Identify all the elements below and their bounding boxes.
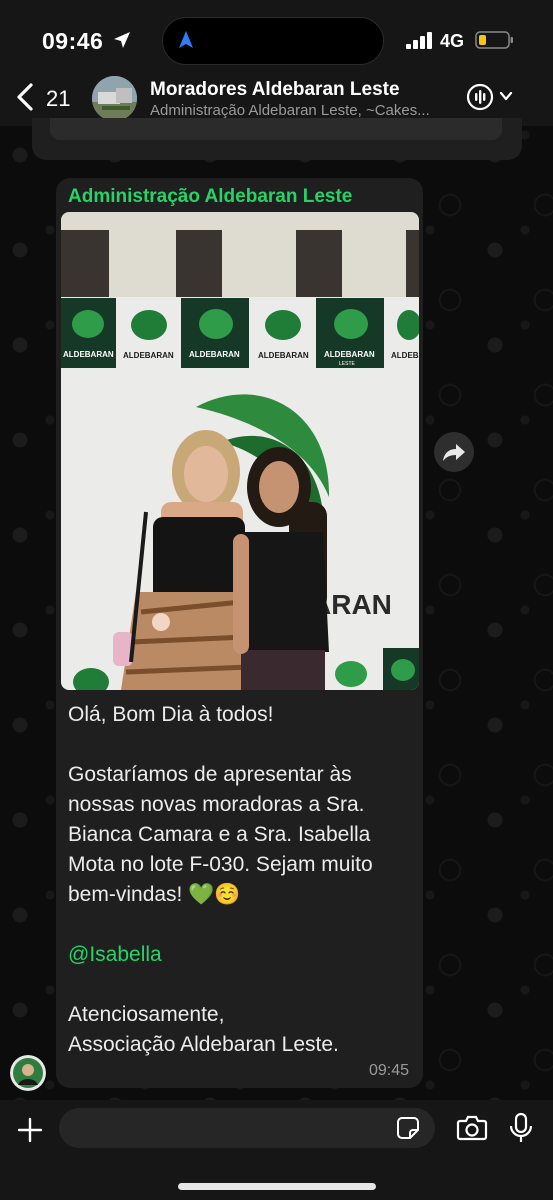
network-type: 4G [440, 31, 465, 51]
status-bar: 09:46 4G [0, 0, 553, 72]
message-bubble[interactable]: Administração Aldebaran Leste ALDEBARAN … [56, 178, 423, 1088]
navigation-icon [179, 31, 193, 48]
message-input[interactable] [59, 1108, 435, 1148]
message-signoff: Atenciosamente, Associação Aldebaran Les… [68, 1003, 339, 1056]
message-text: Olá, Bom Dia à todos! Gostaríamos de apr… [68, 700, 413, 1060]
message-timestamp: 09:45 [368, 1062, 409, 1079]
camera-icon[interactable] [456, 1114, 488, 1142]
group-name[interactable]: Moradores Aldebaran Leste [150, 79, 400, 101]
previous-message-quote [50, 118, 502, 140]
voice-call-icon[interactable] [465, 82, 495, 112]
message-sender[interactable]: Administração Aldebaran Leste [68, 186, 352, 208]
mention-isabella[interactable]: @Isabella [68, 943, 162, 966]
mic-icon[interactable] [508, 1112, 534, 1144]
signal-icon [406, 32, 432, 49]
home-indicator [178, 1183, 376, 1190]
banner-text: ALDEBARAN [63, 350, 114, 359]
forward-button[interactable] [434, 432, 474, 472]
banner-subtext: LESTE [339, 361, 356, 367]
group-members-subtitle[interactable]: Administração Aldebaran Leste, ~Cakes... [150, 102, 445, 119]
sender-avatar[interactable] [10, 1055, 46, 1091]
banner-text: ALDEBARAN [189, 350, 240, 359]
banner-text: ALDEBARAN [258, 351, 309, 360]
banner-text: ALDEBARAN [391, 351, 419, 360]
chevron-down-icon[interactable] [498, 88, 514, 104]
message-photo[interactable]: ALDEBARAN ALDEBARAN ALDEBARAN ALDEBARAN … [61, 212, 419, 690]
forward-icon [443, 444, 465, 461]
sticker-icon[interactable] [396, 1116, 420, 1140]
status-time: 09:46 [42, 28, 104, 54]
back-chevron-icon[interactable] [14, 82, 36, 112]
message-greeting: Olá, Bom Dia à todos! [68, 703, 274, 726]
plus-icon[interactable] [16, 1116, 44, 1144]
input-bar [0, 1100, 553, 1200]
back-unread-count[interactable]: 21 [46, 86, 70, 112]
message-body: Gostaríamos de apresentar às nossas nova… [68, 763, 373, 906]
group-avatar[interactable] [92, 76, 137, 121]
banner-text: ALDEBARAN [123, 351, 174, 360]
location-arrow-icon [114, 32, 130, 48]
battery-icon [475, 31, 513, 49]
banner-text: ALDEBARAN [324, 350, 375, 359]
